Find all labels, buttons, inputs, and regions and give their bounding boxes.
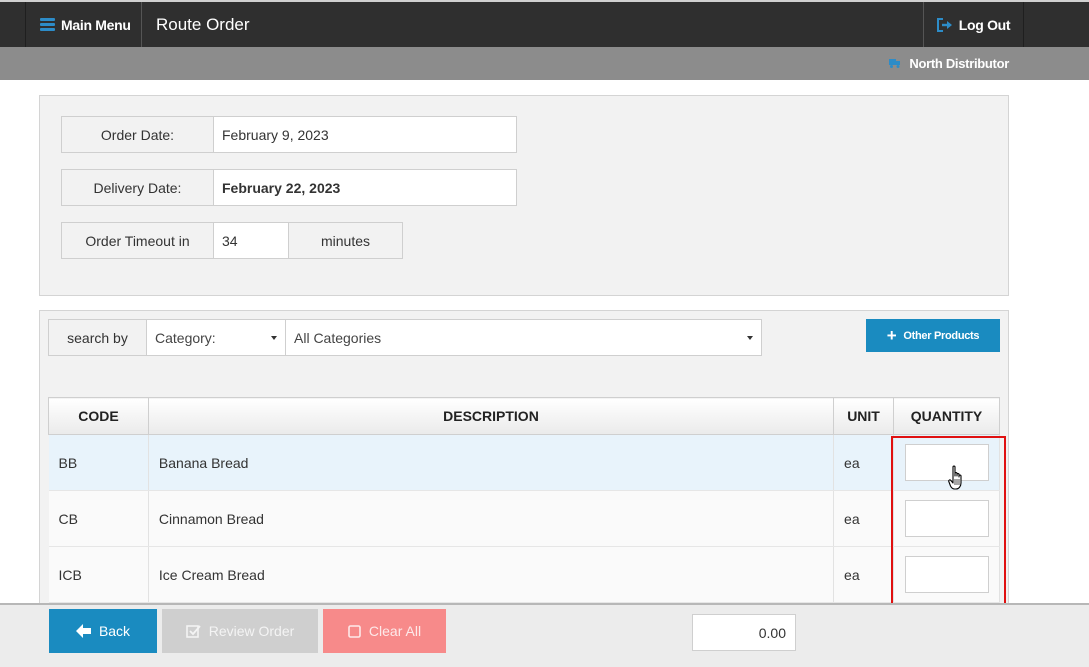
arrow-left-icon [75, 624, 91, 638]
column-header-code[interactable]: CODE [48, 397, 149, 435]
product-unit: ea [833, 546, 894, 603]
table-row[interactable]: BB Banana Bread ea [48, 434, 1000, 491]
other-products-button[interactable]: + Other Products [866, 319, 1000, 352]
sign-out-icon [936, 17, 952, 32]
order-date-label: Order Date: [61, 116, 214, 153]
check-square-icon [185, 625, 201, 638]
quantity-highlight-box [891, 436, 1006, 606]
order-info-panel: Order Date: February 9, 2023 Delivery Da… [39, 95, 1009, 296]
logout-label: Log Out [958, 16, 1011, 33]
delivery-date-label: Delivery Date: [61, 169, 214, 206]
search-type-value: Category: [155, 329, 216, 346]
product-code: BB [48, 434, 149, 491]
product-code: ICB [48, 546, 149, 603]
chevron-down-icon [747, 335, 753, 340]
review-order-button[interactable]: Review Order [162, 609, 318, 653]
order-date-value: February 9, 2023 [214, 116, 517, 153]
truck-icon [889, 59, 901, 68]
products-table: CODE DESCRIPTION UNIT QUANTITY BB Banana… [48, 397, 1000, 603]
main-menu-button[interactable]: Main Menu [25, 2, 142, 47]
category-select[interactable]: All Categories [286, 319, 762, 356]
product-description: Cinnamon Bread [148, 490, 835, 547]
review-order-label: Review Order [208, 623, 295, 639]
delivery-date-row: Delivery Date: February 22, 2023 [61, 169, 517, 206]
order-timeout-row: Order Timeout in 34 minutes [61, 222, 403, 259]
distributor-bar: North Distributor [0, 47, 1089, 80]
square-icon [348, 624, 361, 638]
distributor-name: North Distributor [909, 56, 1009, 71]
delivery-date-value[interactable]: February 22, 2023 [214, 169, 517, 206]
search-by-label: search by [48, 319, 147, 356]
plus-icon: + [886, 326, 897, 345]
order-date-row: Order Date: February 9, 2023 [61, 116, 517, 153]
main-menu-label: Main Menu [61, 16, 131, 33]
product-unit: ea [833, 490, 894, 547]
order-timeout-unit: minutes [289, 222, 403, 259]
logout-button[interactable]: Log Out [923, 2, 1024, 47]
product-panel: search by Category: All Categories + Oth… [39, 310, 1009, 620]
table-row[interactable]: ICB Ice Cream Bread ea [48, 546, 1000, 603]
search-type-select[interactable]: Category: [147, 319, 286, 356]
table-header-row: CODE DESCRIPTION UNIT QUANTITY [48, 397, 1000, 435]
table-row[interactable]: CB Cinnamon Bread ea [48, 490, 1000, 547]
clear-all-label: Clear All [368, 623, 422, 639]
product-description: Banana Bread [148, 434, 835, 491]
clear-all-button[interactable]: Clear All [323, 609, 446, 653]
page-title: Route Order [156, 14, 250, 34]
other-products-label: Other Products [903, 329, 980, 342]
product-unit: ea [833, 434, 894, 491]
hand-pointer-icon [948, 465, 962, 490]
column-header-quantity[interactable]: QUANTITY [893, 397, 1000, 435]
order-timeout-label: Order Timeout in [61, 222, 214, 259]
back-button[interactable]: Back [49, 609, 157, 653]
product-code: CB [48, 490, 149, 547]
column-header-unit[interactable]: UNIT [833, 397, 894, 435]
column-header-description[interactable]: DESCRIPTION [147, 397, 835, 435]
product-description: Ice Cream Bread [148, 546, 835, 603]
search-row: search by Category: All Categories [48, 319, 762, 356]
order-total-field: 0.00 [692, 614, 796, 651]
chevron-down-icon [271, 335, 277, 340]
distributor-info: North Distributor [889, 47, 1009, 80]
back-label: Back [98, 623, 131, 639]
category-value: All Categories [294, 329, 382, 346]
hamburger-icon [40, 18, 55, 31]
order-timeout-value: 34 [214, 222, 289, 259]
bottom-action-bar: Back Review Order Clear All 0.00 [0, 603, 1089, 667]
top-nav-bar: Main Menu Route Order Log Out [0, 0, 1089, 47]
